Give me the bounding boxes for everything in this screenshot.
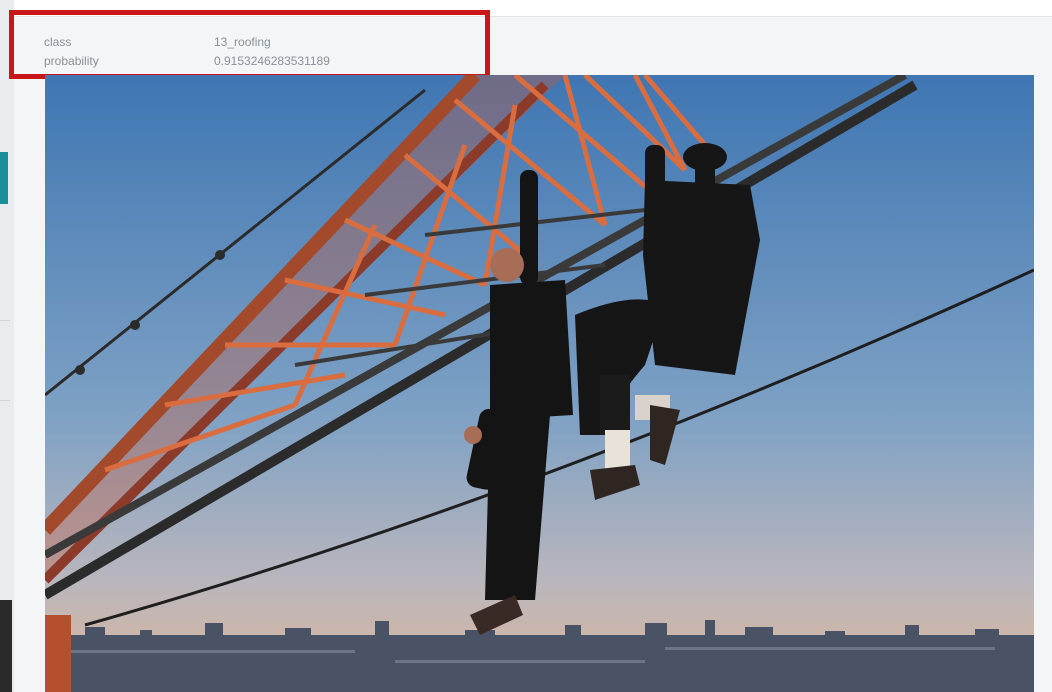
photo-illustration (45, 75, 1034, 692)
background-divider (0, 400, 10, 401)
crane-mast (45, 615, 71, 692)
info-key: class (44, 35, 72, 49)
background-accent-bar (0, 152, 8, 204)
info-value: 0.9153246283531189 (214, 54, 330, 68)
info-row-probability: probability 0.9153246283531189 (44, 52, 330, 71)
classified-photo (45, 75, 1034, 692)
background-dark-block (0, 600, 12, 692)
background-page-strip (0, 0, 14, 692)
prediction-info-table: class 13_roofing probability 0.915324628… (44, 33, 330, 71)
background-divider (0, 320, 10, 321)
info-key: probability (44, 54, 99, 68)
info-value: 13_roofing (214, 35, 271, 49)
info-row-class: class 13_roofing (44, 33, 330, 52)
